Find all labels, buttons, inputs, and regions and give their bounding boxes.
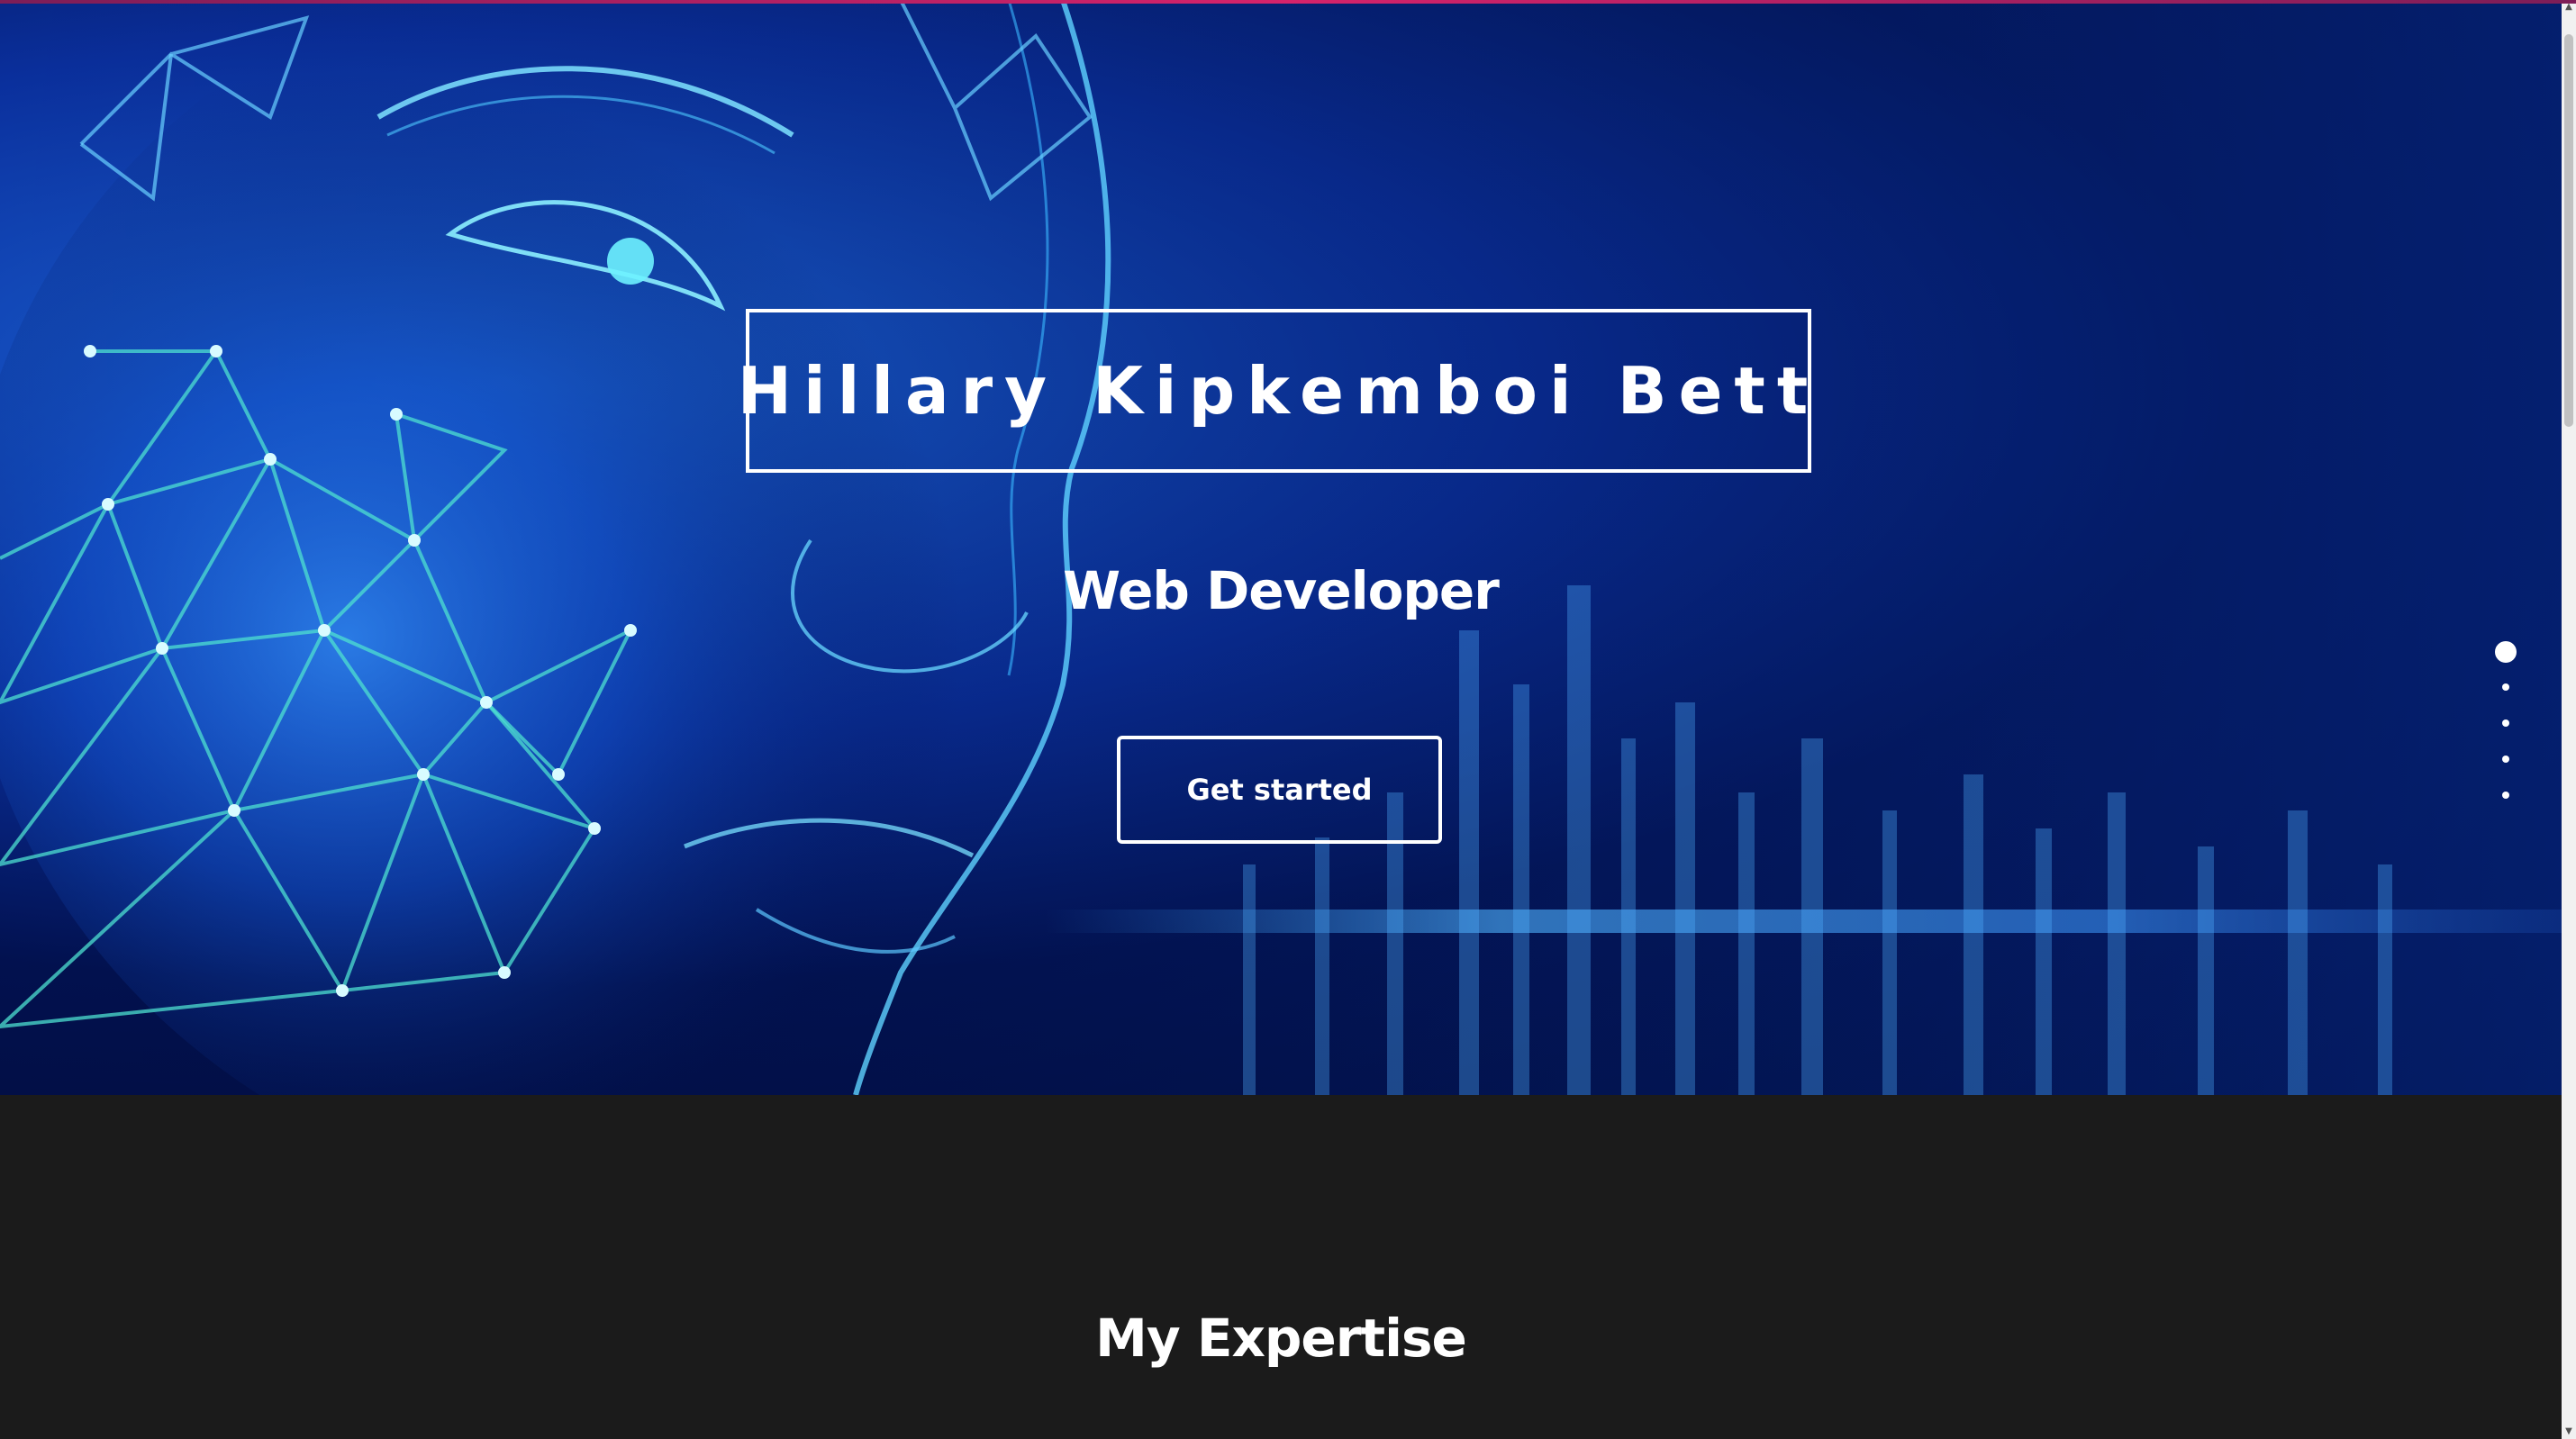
hero-subtitle: Web Developer — [1063, 560, 1500, 621]
slide-dot-3[interactable] — [2502, 720, 2509, 727]
expertise-heading: My Expertise — [1095, 1308, 1467, 1369]
slide-dot-4[interactable] — [2502, 756, 2509, 763]
vertical-scrollbar[interactable]: ▲ ▼ — [2562, 0, 2576, 1439]
hero-title-box: Hillary Kipkemboi Bett — [738, 309, 1811, 473]
chevron-down-icon[interactable]: ▼ — [2562, 1425, 2576, 1439]
slide-dot-navigation — [2495, 641, 2517, 812]
slide-dot-1[interactable] — [2495, 641, 2517, 663]
hero-section: Hillary Kipkemboi Bett Web Developer Get… — [0, 0, 2562, 1095]
expertise-section — [0, 1095, 2562, 1439]
top-accent-bar — [0, 0, 2576, 4]
slide-dot-2[interactable] — [2502, 683, 2509, 691]
get-started-button[interactable]: Get started — [1117, 736, 1442, 844]
slide-dot-5[interactable] — [2502, 792, 2509, 799]
scrollbar-thumb[interactable] — [2564, 34, 2573, 427]
page: Hillary Kipkemboi Bett Web Developer Get… — [0, 0, 2576, 1439]
hero-title: Hillary Kipkemboi Bett — [737, 353, 1820, 429]
hero-background-image — [0, 0, 2562, 1095]
